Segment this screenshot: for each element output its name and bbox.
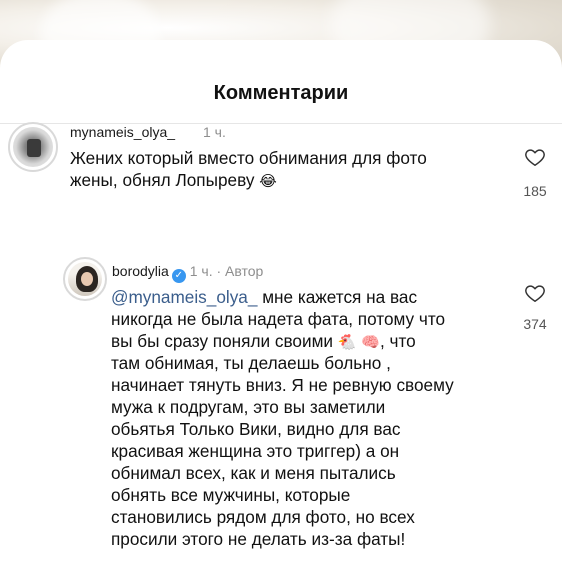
- comment-2-line-3-rest: , что: [379, 331, 416, 351]
- heart-icon[interactable]: [524, 146, 546, 168]
- comment-1-like-count: 185: [523, 183, 547, 199]
- comment-2-line-3-text: вы бы сразу поняли своими: [111, 331, 333, 351]
- comment-2-line-3: вы бы сразу поняли своими 🐔 🧠, что: [111, 330, 454, 352]
- comment-2-line-7: обьятья Только Вики, видно для вас: [111, 419, 401, 439]
- comment-2-line-10: обнять все мужчины, которые: [111, 485, 351, 505]
- comment-2-line-1: @mynameis_olya_ мне кажется на вас: [111, 286, 454, 308]
- heart-icon[interactable]: [524, 282, 546, 304]
- comment-2-line-8: красивая женщина это триггер) а он: [111, 441, 400, 461]
- comment-1-line-2-text: жены, обнял Лопыреву: [70, 170, 255, 190]
- comment-1-line-2: жены, обнял Лопыреву 😂: [70, 169, 427, 191]
- comment-1-username[interactable]: mynameis_olya_: [70, 124, 175, 140]
- avatar-image: [13, 127, 53, 167]
- comment-2-line-6: мужа к подругам, это вы заметили: [111, 397, 386, 417]
- comment-2-line-12: просили этого не делать из-за фаты!: [111, 529, 406, 549]
- comment-2-line-5: начинает тянуть вниз. Я не ревную своему: [111, 375, 454, 395]
- chicken-emoji-icon: 🐔: [337, 334, 357, 351]
- comment-2-username[interactable]: borodylia: [112, 263, 169, 279]
- comment-2-line-11: становились рядом для фото, но всех: [111, 507, 415, 527]
- comment-2-line-4: там обнимая, ты делаешь больно ,: [111, 353, 391, 373]
- avatar-face: [81, 272, 93, 286]
- author-label: Автор: [225, 263, 264, 279]
- laughing-emoji-icon: 😂: [259, 173, 277, 190]
- comment-2-line-9: обнимал всех, как и меня пытались: [111, 463, 396, 483]
- comment-2-time: 1 ч.: [189, 263, 213, 279]
- comment-1-text: Жених который вместо обнимания для фото …: [70, 147, 427, 191]
- comment-2-line-2: никогда не была надета фата, потому что: [111, 309, 446, 329]
- verified-badge-icon: ✓: [171, 269, 186, 283]
- avatar[interactable]: [8, 122, 58, 172]
- separator-dot: ·: [216, 263, 222, 279]
- comment-1-time: 1 ч.: [203, 124, 226, 140]
- comment-2-header: borodylia ✓ 1 ч. · Автор: [112, 263, 263, 283]
- avatar[interactable]: [63, 257, 107, 301]
- avatar-image: [68, 262, 102, 296]
- comment-1-line-1: Жених который вместо обнимания для фото: [70, 148, 427, 168]
- mention-link[interactable]: @mynameis_olya_: [111, 287, 257, 307]
- sheet-title: Комментарии: [213, 82, 349, 104]
- comment-2-like-count: 374: [523, 316, 547, 332]
- comment-2-text: @mynameis_olya_ мне кажется на вас никог…: [111, 286, 454, 550]
- brain-emoji-icon: 🧠: [361, 334, 380, 351]
- comment-2-line-1-rest: мне кажется на вас: [257, 287, 418, 307]
